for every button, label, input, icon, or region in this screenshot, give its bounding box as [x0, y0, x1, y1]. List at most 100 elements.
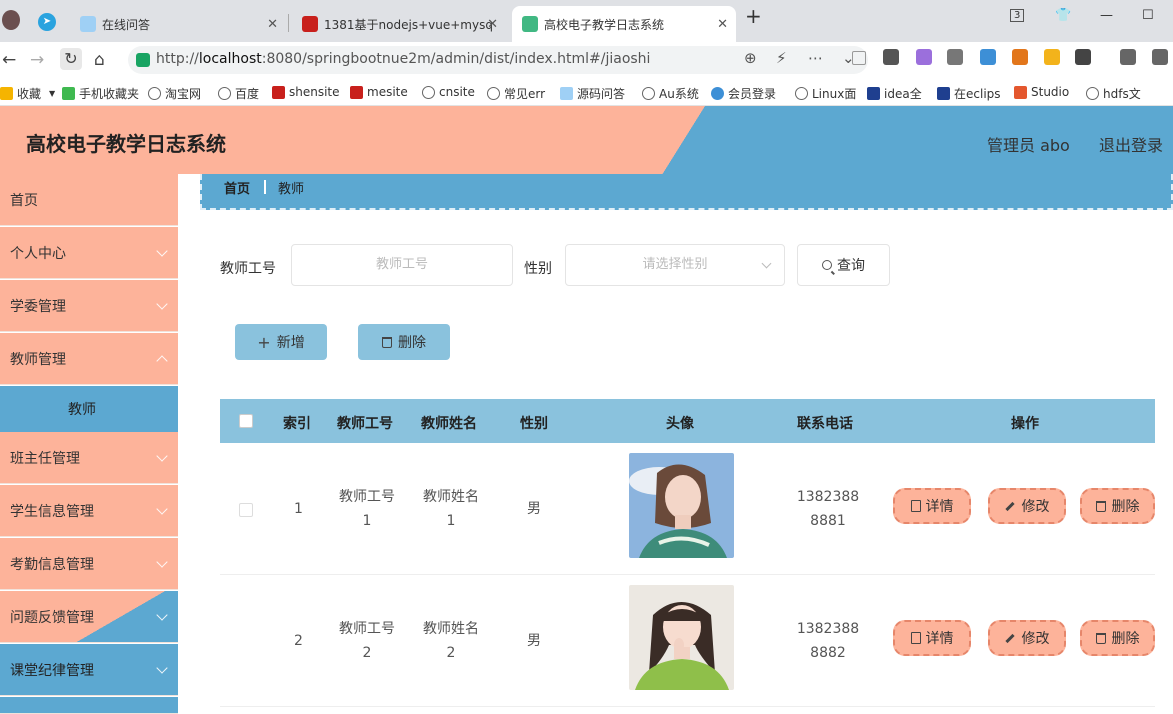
bookmark-item[interactable]: 手机收藏夹 [62, 85, 139, 102]
sidebar-item-home[interactable]: 首页 [0, 174, 178, 226]
shirt-icon[interactable]: 👕 [1055, 8, 1071, 23]
browser-tab-1[interactable]: 在线问答 ✕ [70, 6, 286, 42]
cloud-icon [711, 87, 724, 100]
browser-tab-3[interactable]: 高校电子教学日志系统 ✕ [512, 6, 736, 42]
table-row: 2 教师工号 2 教师姓名 2 男 1382388 8882 详情 修改 删除 [220, 575, 1155, 707]
sidebar-item-more[interactable] [0, 697, 178, 714]
batch-delete-button[interactable]: 删除 [358, 324, 450, 360]
shield-icon[interactable] [1044, 49, 1060, 65]
close-icon[interactable]: ✕ [717, 17, 728, 32]
bookmark-item[interactable]: cnsite [422, 85, 475, 99]
teacher-no-label: 教师工号 [220, 261, 276, 277]
bookmark-item[interactable]: 收藏 ▼ [0, 85, 55, 102]
sidebar-item-headteacher[interactable]: 班主任管理 [0, 432, 178, 484]
apps-icon[interactable] [1075, 49, 1091, 65]
edit-button[interactable]: 修改 [988, 488, 1066, 524]
col-avatar: 头像 [666, 416, 694, 432]
cell-phone: 1382388 8881 [796, 489, 860, 529]
reload-icon[interactable]: ↻ [60, 48, 82, 70]
table-row: 1 教师工号 1 教师姓名 1 男 1382388 8881 详情 修改 删除 [220, 443, 1155, 575]
chevron-up-icon [156, 355, 168, 367]
chevron-down-icon [156, 609, 168, 621]
search-icon[interactable] [980, 49, 996, 65]
query-button[interactable]: 查询 [797, 244, 890, 286]
bookmark-item[interactable]: 常见err [487, 85, 545, 102]
profile-avatar[interactable] [2, 10, 20, 30]
chevron-down-icon [156, 245, 168, 257]
sidebar-item-student-info[interactable]: 学生信息管理 [0, 485, 178, 537]
sidebar-item-teacher-mgmt[interactable]: 教师管理 [0, 333, 178, 385]
bookmark-item[interactable]: Studio [1014, 85, 1069, 99]
globe-icon [1086, 87, 1099, 100]
paw-icon [937, 87, 950, 100]
extension-icon[interactable] [883, 49, 899, 65]
sidebar-item-committee[interactable]: 学委管理 [0, 280, 178, 332]
zoom-icon[interactable]: ⊕ [744, 49, 757, 67]
browser-tab-2[interactable]: 1381基于nodejs+vue+mysq ✕ [292, 6, 506, 42]
avatar-image [629, 453, 734, 558]
sidebar-subitem-teacher[interactable]: 教师 [0, 386, 178, 432]
cell-teacher-no: 教师工号 2 [339, 621, 395, 661]
bookmark-item[interactable]: mesite [350, 85, 408, 99]
teacher-no-input[interactable]: 教师工号 [291, 244, 513, 286]
more-icon[interactable]: ⋯ [808, 49, 823, 67]
detail-button[interactable]: 详情 [893, 488, 971, 524]
home-icon[interactable]: ⌂ [94, 50, 105, 70]
detail-button[interactable]: 详情 [893, 620, 971, 656]
avatar-photo[interactable] [629, 453, 734, 558]
delete-button[interactable]: 删除 [1080, 620, 1155, 656]
translate-icon[interactable] [916, 49, 932, 65]
edit-button[interactable]: 修改 [988, 620, 1066, 656]
tab-label: 1381基于nodejs+vue+mysq [324, 17, 493, 32]
reader-icon[interactable] [852, 51, 866, 65]
minimize-icon[interactable]: — [1100, 8, 1113, 23]
tab-favicon-icon [302, 16, 318, 32]
row-checkbox[interactable] [239, 503, 253, 517]
site-icon [1014, 85, 1027, 99]
cell-index: 2 [294, 633, 303, 649]
bookmark-item[interactable]: 淘宝网 [148, 85, 201, 102]
star-icon [0, 87, 13, 100]
telegram-icon[interactable]: ➤ [38, 13, 56, 31]
url-field[interactable]: http://localhost:8080/springbootnue2m/ad… [128, 46, 868, 74]
add-button[interactable]: + 新增 [235, 324, 327, 360]
sidebar: 首页 个人中心 学委管理 教师管理 教师 班主任管理 学生信息管理 考勤信息管理… [0, 174, 178, 714]
bookmark-item[interactable]: shensite [272, 85, 340, 99]
sidebar-item-feedback[interactable]: 问题反馈管理 [0, 591, 178, 643]
breadcrumb-home[interactable]: 首页 [224, 178, 250, 197]
new-tab-icon[interactable]: + [745, 4, 762, 28]
delete-button[interactable]: 删除 [1080, 488, 1155, 524]
bookmark-item[interactable]: hdfs文 [1086, 85, 1141, 102]
metamask-icon[interactable] [1012, 49, 1028, 65]
scissors-icon[interactable] [947, 49, 963, 65]
close-icon[interactable]: ✕ [487, 17, 498, 32]
document-icon [910, 632, 921, 644]
tab-label: 高校电子教学日志系统 [544, 17, 665, 32]
bookmark-item[interactable]: 在eclips [937, 85, 1001, 102]
chevron-down-icon [761, 258, 772, 269]
back-icon[interactable]: ← [2, 50, 16, 70]
document-icon [910, 500, 921, 512]
undo-icon[interactable] [1152, 49, 1168, 65]
tab-count-badge[interactable]: 3 [1010, 9, 1025, 22]
gender-select[interactable]: 请选择性别 [565, 244, 785, 286]
bookmark-item[interactable]: Au系统 [642, 85, 699, 102]
bookmark-item[interactable]: idea全 [867, 85, 922, 102]
maximize-icon[interactable]: ☐ [1142, 8, 1154, 23]
forward-icon[interactable]: → [30, 50, 44, 70]
sidebar-item-attendance[interactable]: 考勤信息管理 [0, 538, 178, 590]
sidebar-item-personal-center[interactable]: 个人中心 [0, 227, 178, 279]
select-all-checkbox[interactable] [239, 414, 253, 428]
bookmark-item[interactable]: 百度 [218, 85, 259, 102]
bookmark-item[interactable]: 会员登录 [711, 85, 776, 102]
avatar-photo[interactable] [629, 585, 734, 690]
bolt-icon[interactable]: ⚡ [776, 49, 787, 67]
bookmark-item[interactable]: Linux面 [795, 85, 856, 102]
download-icon[interactable] [1120, 49, 1136, 65]
sidebar-item-discipline[interactable]: 课堂纪律管理 [0, 644, 178, 696]
chevron-down-icon [156, 450, 168, 462]
bookmark-item[interactable]: 源码问答 [560, 85, 625, 102]
phone-icon [62, 87, 75, 100]
close-icon[interactable]: ✕ [267, 17, 278, 32]
logout-link[interactable]: 退出登录 [1099, 132, 1163, 156]
